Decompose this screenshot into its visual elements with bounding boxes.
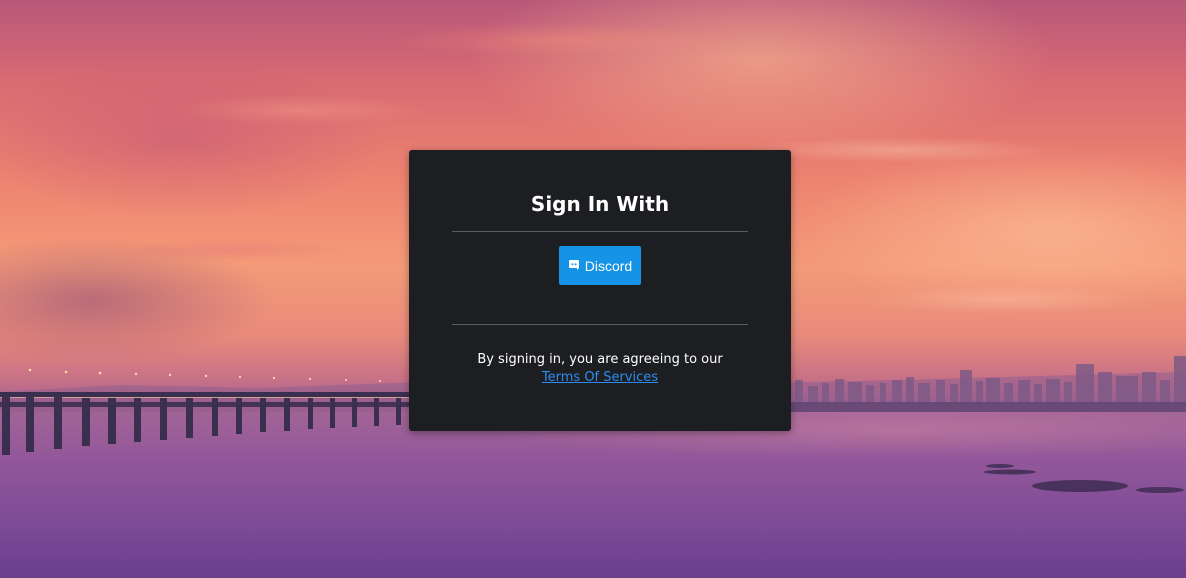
discord-sign-in-button[interactable]: Discord xyxy=(559,246,641,285)
top-divider xyxy=(452,231,748,232)
water-rocks xyxy=(984,464,1184,493)
discord-button-label: Discord xyxy=(584,257,633,274)
bottom-divider xyxy=(452,324,748,325)
sign-in-card: Sign In With Discord By signing in, you … xyxy=(409,150,791,431)
terms-of-services-link[interactable]: Terms Of Services xyxy=(409,369,791,387)
shoreline xyxy=(790,402,1186,412)
bridge-lights xyxy=(28,368,381,382)
sign-in-title: Sign In With xyxy=(530,192,670,216)
login-page: Sign In With Discord By signing in, you … xyxy=(0,0,1186,578)
discord-icon xyxy=(568,258,580,270)
city-skyline xyxy=(795,356,1186,404)
agreement-text: By signing in, you are agreeing to our xyxy=(477,352,723,367)
